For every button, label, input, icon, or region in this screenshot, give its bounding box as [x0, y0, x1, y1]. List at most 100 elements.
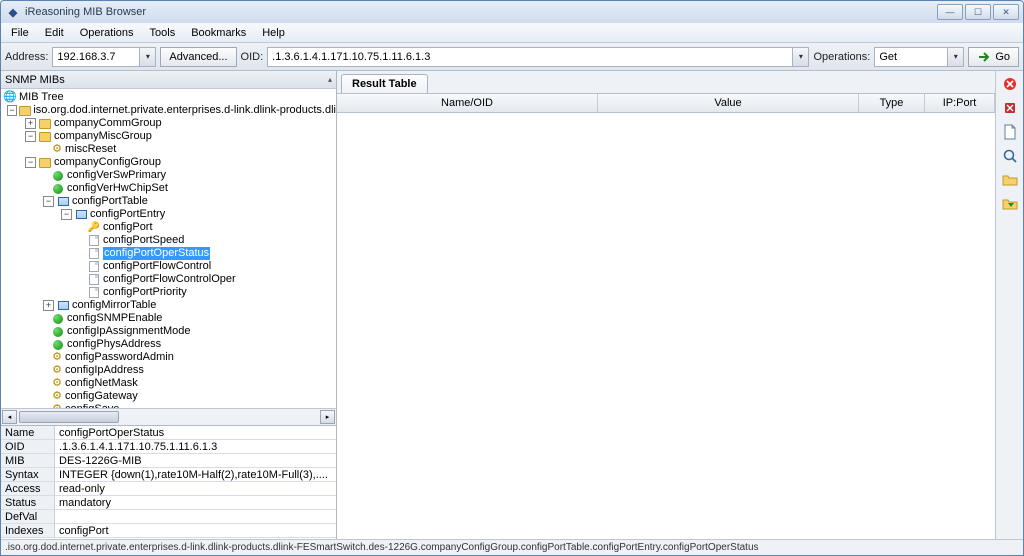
tab-result-table[interactable]: Result Table: [341, 74, 428, 93]
prop-val: [55, 510, 336, 523]
expand-toggle[interactable]: −: [7, 105, 17, 116]
expand-toggle[interactable]: −: [25, 131, 36, 142]
oid-combo[interactable]: ▾: [267, 47, 809, 67]
tree-item[interactable]: configGateway: [65, 390, 138, 403]
prop-key: MIB: [1, 454, 55, 467]
tree-item[interactable]: configVerHwChipSet: [67, 182, 168, 195]
address-dropdown-icon[interactable]: ▾: [139, 48, 155, 66]
menu-file[interactable]: File: [5, 25, 35, 41]
go-label: Go: [995, 51, 1010, 63]
expand-toggle[interactable]: +: [25, 118, 36, 129]
window-controls: — ☐ ✕: [937, 4, 1019, 20]
main-window: ◆ iReasoning MIB Browser — ☐ ✕ File Edit…: [0, 0, 1024, 556]
expand-toggle[interactable]: −: [43, 196, 54, 207]
tree-item[interactable]: configPhysAddress: [67, 338, 161, 351]
close-tab-icon[interactable]: [1000, 75, 1020, 93]
search-icon[interactable]: [1000, 147, 1020, 165]
tree-item[interactable]: configPortEntry: [90, 208, 165, 221]
tree-item[interactable]: configPortPriority: [103, 286, 187, 299]
menu-bookmarks[interactable]: Bookmarks: [185, 25, 252, 41]
go-button[interactable]: Go: [968, 47, 1019, 67]
globe-icon: 🌐: [3, 92, 17, 104]
address-input[interactable]: [53, 48, 139, 66]
operations-dropdown-icon[interactable]: ▾: [947, 48, 963, 66]
tree-item[interactable]: configPort: [103, 221, 153, 234]
maximize-button[interactable]: ☐: [965, 4, 991, 20]
left-panel: SNMP MIBs ▴ 🌐MIB Tree − iso.org.dod.inter…: [1, 71, 337, 539]
menubar: File Edit Operations Tools Bookmarks Hel…: [1, 23, 1023, 43]
toolbar: Address: ▾ Advanced... OID: ▾ Operations…: [1, 43, 1023, 71]
property-grid: NameconfigPortOperStatus OID.1.3.6.1.4.1…: [1, 425, 336, 539]
operations-combo[interactable]: ▾: [874, 47, 964, 67]
prop-key: Indexes: [1, 524, 55, 537]
col-ipport[interactable]: IP:Port: [925, 94, 995, 112]
col-name-oid[interactable]: Name/OID: [337, 94, 598, 112]
prop-val: .1.3.6.1.4.1.171.10.75.1.11.6.1.3: [55, 440, 336, 453]
table-icon: [58, 197, 69, 206]
oid-label: OID:: [241, 51, 264, 63]
oid-input[interactable]: [268, 48, 792, 66]
status-text: .iso.org.dod.internet.private.enterprise…: [5, 542, 759, 553]
page-icon: [89, 287, 99, 298]
delete-icon[interactable]: [1000, 99, 1020, 117]
tree-item[interactable]: companyConfigGroup: [54, 156, 161, 169]
prop-val: read-only: [55, 482, 336, 495]
tree-hscrollbar[interactable]: ◂ ▸: [1, 408, 336, 425]
tree-item[interactable]: companyMiscGroup: [54, 130, 152, 143]
gear-icon: ⚙: [51, 391, 63, 403]
expand-toggle[interactable]: −: [61, 209, 72, 220]
tree-iso-path[interactable]: iso.org.dod.internet.private.enterprises…: [33, 104, 336, 117]
scroll-thumb[interactable]: [19, 411, 119, 423]
tree-item[interactable]: configNetMask: [65, 377, 138, 390]
close-button[interactable]: ✕: [993, 4, 1019, 20]
result-header: Name/OID Value Type IP:Port: [337, 93, 995, 113]
scroll-right-icon[interactable]: ▸: [320, 410, 335, 424]
tree-item[interactable]: configVerSwPrimary: [67, 169, 166, 182]
new-page-icon[interactable]: [1000, 123, 1020, 141]
titlebar: ◆ iReasoning MIB Browser — ☐ ✕: [1, 1, 1023, 23]
scroll-left-icon[interactable]: ◂: [2, 410, 17, 424]
address-combo[interactable]: ▾: [52, 47, 156, 67]
expand-toggle[interactable]: +: [43, 300, 54, 311]
expand-toggle[interactable]: −: [25, 157, 36, 168]
tree-item[interactable]: companyCommGroup: [54, 117, 162, 130]
collapse-icon[interactable]: ▴: [328, 75, 332, 84]
gear-icon: ⚙: [51, 144, 63, 156]
advanced-button[interactable]: Advanced...: [160, 47, 236, 67]
leaf-icon: [53, 340, 63, 350]
gear-icon: ⚙: [51, 365, 63, 377]
menu-help[interactable]: Help: [256, 25, 291, 41]
col-type[interactable]: Type: [859, 94, 925, 112]
tree-root[interactable]: MIB Tree: [19, 91, 64, 104]
menu-edit[interactable]: Edit: [39, 25, 70, 41]
tree-item[interactable]: configPortFlowControlOper: [103, 273, 236, 286]
folder-save-icon[interactable]: [1000, 195, 1020, 213]
folder-open-icon[interactable]: [1000, 171, 1020, 189]
tree-item[interactable]: configPortSpeed: [103, 234, 184, 247]
tree-item[interactable]: configPortFlowControl: [103, 260, 211, 273]
mib-tree[interactable]: 🌐MIB Tree − iso.org.dod.internet.private.…: [1, 89, 336, 408]
leaf-icon: [53, 314, 63, 324]
prop-val: configPort: [55, 524, 336, 537]
prop-val: mandatory: [55, 496, 336, 509]
tree-item[interactable]: configPortTable: [72, 195, 148, 208]
status-bar: .iso.org.dod.internet.private.enterprise…: [1, 539, 1023, 555]
minimize-button[interactable]: —: [937, 4, 963, 20]
col-value[interactable]: Value: [598, 94, 859, 112]
oid-dropdown-icon[interactable]: ▾: [792, 48, 808, 66]
tree-item[interactable]: configIpAssignmentMode: [67, 325, 191, 338]
menu-tools[interactable]: Tools: [144, 25, 182, 41]
menu-operations[interactable]: Operations: [74, 25, 140, 41]
prop-key: DefVal: [1, 510, 55, 523]
left-panel-header: SNMP MIBs ▴: [1, 71, 336, 89]
tree-item[interactable]: configSNMPEnable: [67, 312, 162, 325]
prop-val: INTEGER {down(1),rate10M-Half(2),rate10M…: [55, 468, 336, 481]
gear-icon: ⚙: [51, 378, 63, 390]
tree-item[interactable]: configPasswordAdmin: [65, 351, 174, 364]
prop-key: Status: [1, 496, 55, 509]
tree-item[interactable]: configMirrorTable: [72, 299, 156, 312]
tree-item[interactable]: miscReset: [65, 143, 116, 156]
tree-item-selected[interactable]: configPortOperStatus: [103, 247, 210, 260]
tree-item[interactable]: configIpAddress: [65, 364, 144, 377]
operations-input[interactable]: [875, 48, 947, 66]
